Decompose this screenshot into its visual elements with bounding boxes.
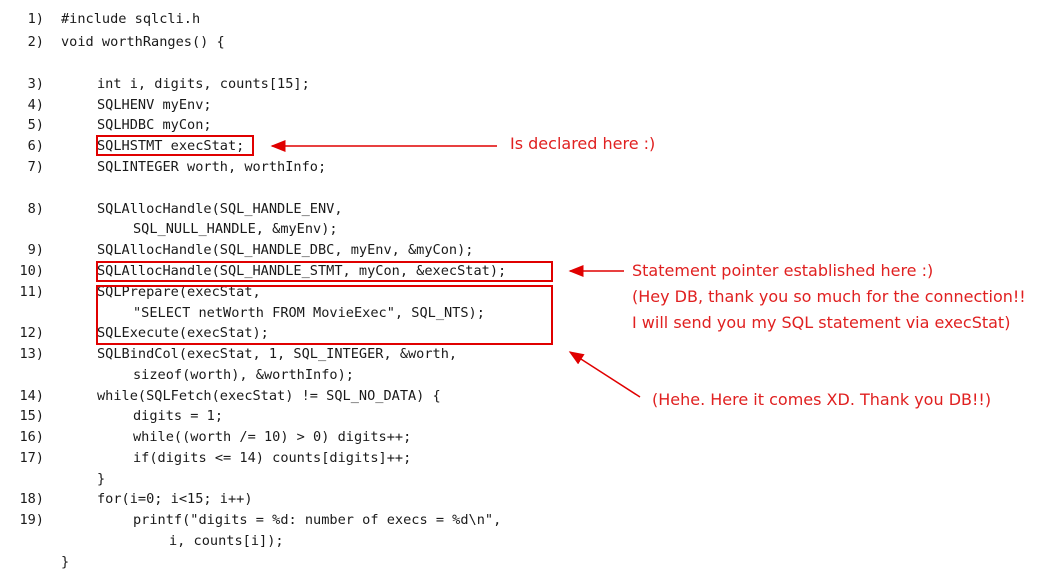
note-established-line1: Statement pointer established here :): [632, 261, 934, 280]
note-declared: Is declared here :): [510, 134, 656, 153]
note-established-line3: I will send you my SQL statement via exe…: [632, 313, 1011, 332]
note-established-line2: (Hey DB, thank you so much for the conne…: [632, 287, 1026, 306]
note-result: (Hehe. Here it comes XD. Thank you DB!!): [652, 390, 992, 409]
annotated-code-figure: 1) #include sqlcli.h 2) void worthRanges() …: [0, 0, 1049, 585]
arrow-result: [568, 351, 641, 398]
